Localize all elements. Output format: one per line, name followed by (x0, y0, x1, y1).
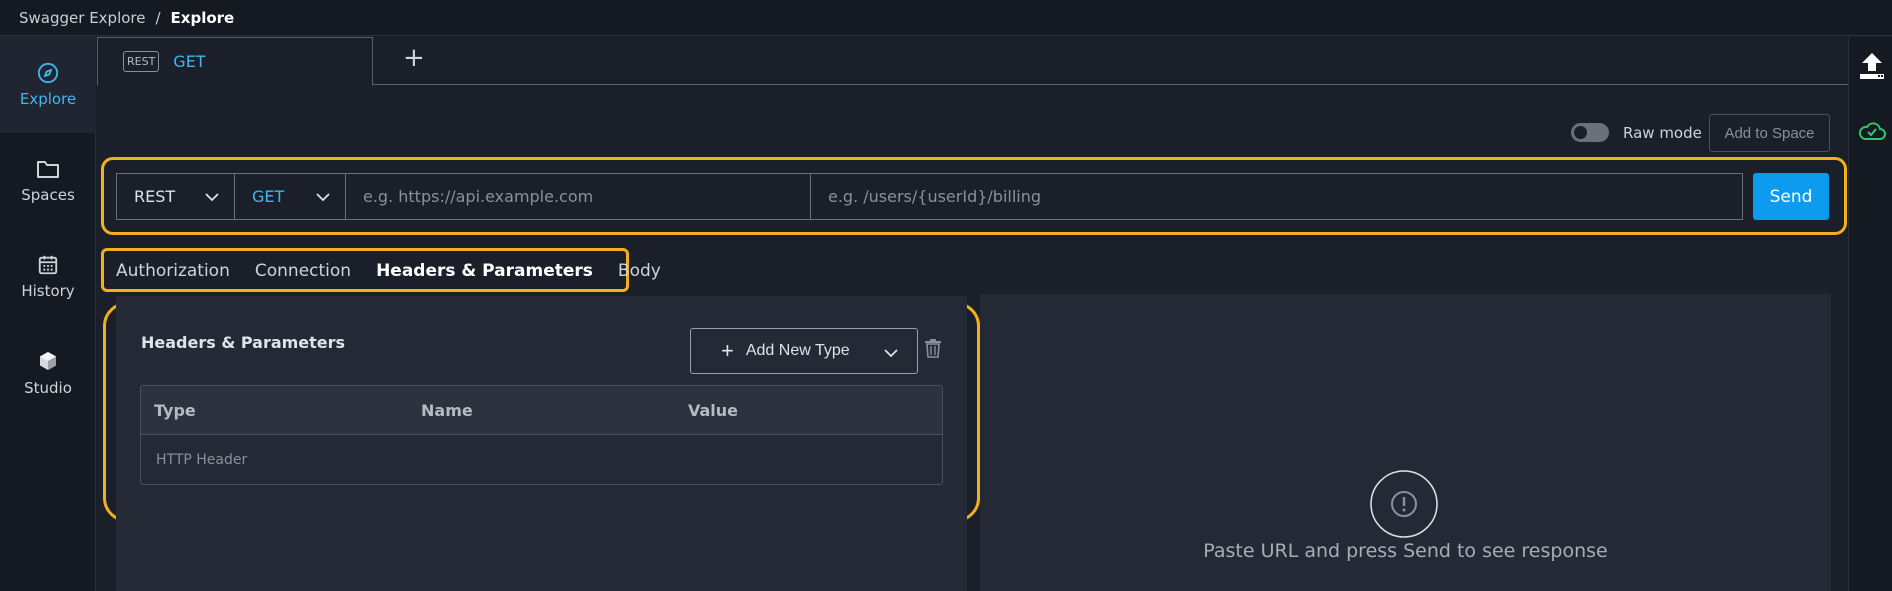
method-select[interactable]: GET (234, 173, 346, 220)
tab-get[interactable]: REST GET (97, 37, 373, 86)
chevron-down-icon (205, 193, 219, 202)
sidebar-item-label: Spaces (21, 186, 75, 204)
upload-icon[interactable] (1858, 51, 1886, 81)
sidebar-item-explore[interactable]: Explore (0, 37, 96, 133)
tab-headers-parameters[interactable]: Headers & Parameters (376, 261, 593, 281)
response-empty-message: Paste URL and press Send to see response (1203, 540, 1608, 562)
folder-icon (37, 161, 59, 178)
sidebar-item-studio[interactable]: Studio (0, 325, 96, 421)
table-header: Type Name Value (141, 386, 942, 435)
tab-authorization[interactable]: Authorization (116, 261, 230, 281)
raw-mode-control: Raw mode (1571, 123, 1702, 142)
tab-protocol-badge: REST (123, 51, 160, 72)
base-url-input[interactable]: e.g. https://api.example.com (345, 173, 811, 220)
tab-label: GET (173, 52, 206, 71)
row-type-cell: HTTP Header (156, 452, 248, 468)
calendar-icon (38, 255, 58, 275)
request-bar: REST GET e.g. https://api.example.com e.… (116, 173, 1743, 220)
breadcrumb-current: Explore (170, 8, 235, 27)
left-sidebar: Explore Spaces History Studio (0, 37, 96, 591)
method-value: GET (252, 187, 285, 206)
headers-table: Type Name Value HTTP Header (140, 385, 943, 485)
chevron-down-icon (316, 193, 330, 202)
info-circle-icon (1370, 470, 1438, 538)
breadcrumb-root[interactable]: Swagger Explore (19, 9, 145, 27)
column-header-value: Value (688, 400, 739, 420)
base-url-placeholder: e.g. https://api.example.com (363, 187, 594, 206)
column-header-name: Name (421, 400, 473, 420)
cube-icon (40, 352, 56, 370)
right-sidebar (1848, 37, 1892, 591)
add-new-type-button[interactable]: + Add New Type (690, 328, 918, 374)
breadcrumb-separator: / (155, 8, 161, 27)
breadcrumb: Swagger Explore / Explore (0, 0, 1892, 36)
request-tab-strip: REST GET + (97, 37, 1848, 86)
chevron-down-icon (884, 349, 898, 358)
tab-body[interactable]: Body (618, 261, 661, 281)
send-button[interactable]: Send (1753, 173, 1829, 220)
compass-icon (37, 62, 59, 84)
headers-panel-title: Headers & Parameters (141, 333, 346, 352)
cloud-check-icon[interactable] (1857, 119, 1887, 141)
column-header-type: Type (154, 400, 196, 420)
table-row[interactable]: HTTP Header (141, 435, 942, 484)
path-input[interactable]: e.g. /users/{userId}/billing (810, 173, 1743, 220)
trash-icon[interactable] (924, 338, 942, 358)
add-tab-button[interactable]: + (403, 45, 425, 71)
raw-mode-label: Raw mode (1623, 123, 1702, 142)
add-to-space-button[interactable]: Add to Space (1709, 114, 1830, 152)
plus-icon: + (721, 338, 734, 363)
path-placeholder: e.g. /users/{userId}/billing (828, 187, 1042, 206)
sidebar-item-history[interactable]: History (0, 229, 96, 325)
sidebar-item-label: Studio (24, 379, 72, 397)
protocol-value: REST (134, 187, 176, 206)
add-new-type-label: Add New Type (745, 342, 850, 359)
sidebar-item-label: History (21, 282, 75, 300)
request-subtabs: Authorization Connection Headers & Param… (116, 253, 686, 288)
protocol-select[interactable]: REST (116, 173, 235, 220)
sidebar-item-label: Explore (19, 90, 77, 108)
sidebar-item-spaces[interactable]: Spaces (0, 133, 96, 229)
raw-mode-toggle[interactable] (1571, 123, 1609, 142)
tab-connection[interactable]: Connection (255, 261, 351, 281)
